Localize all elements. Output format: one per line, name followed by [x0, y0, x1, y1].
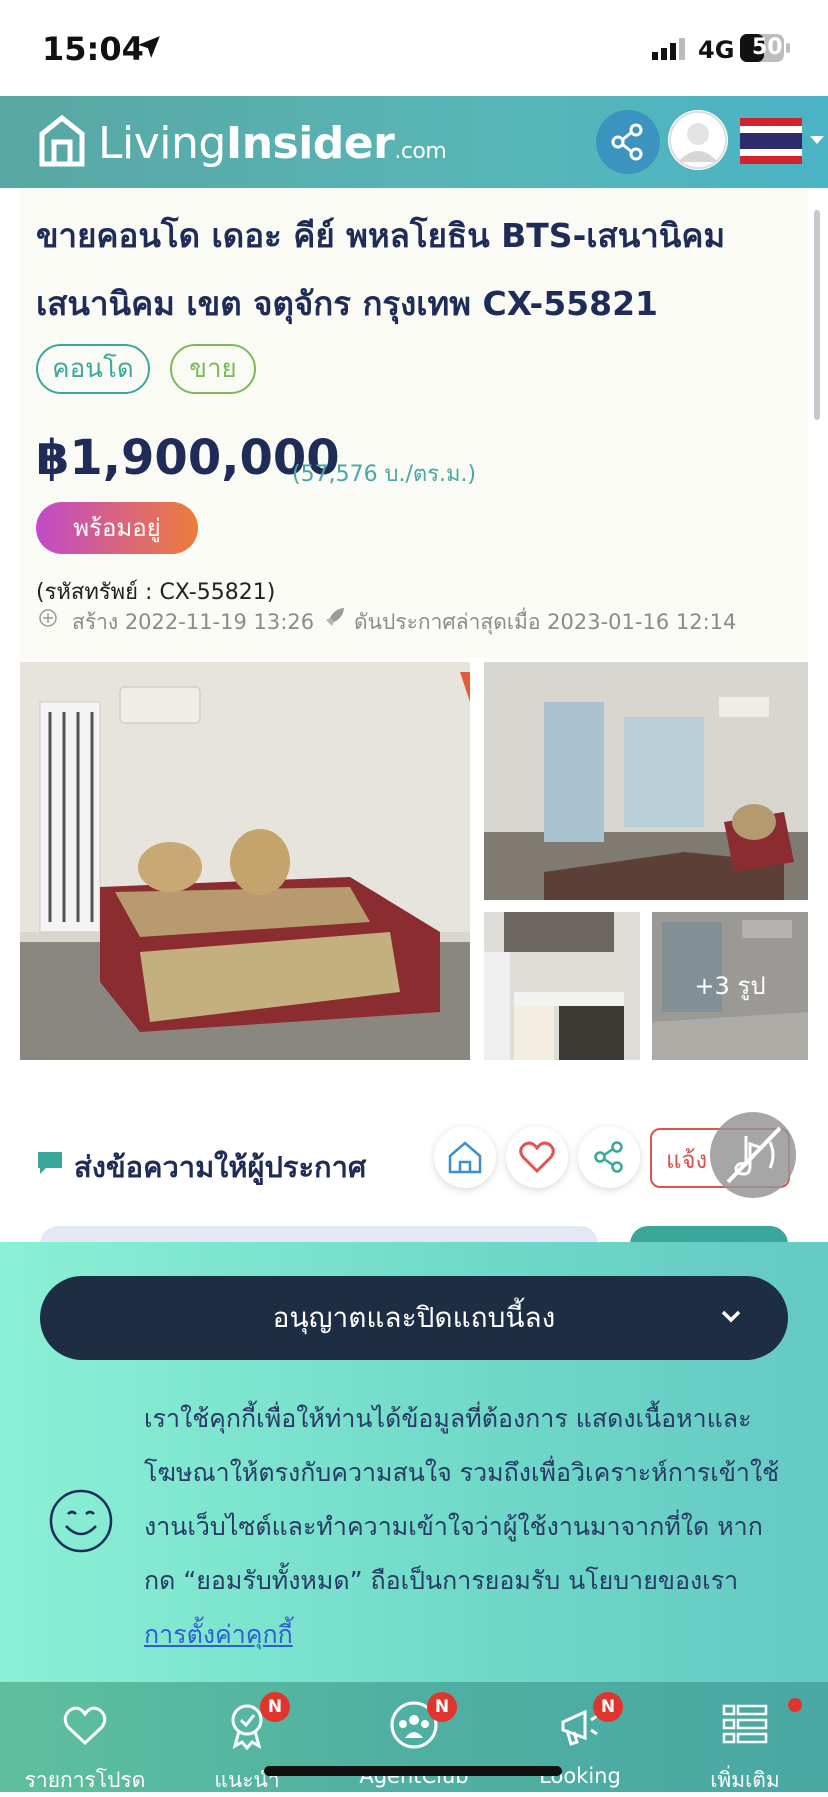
boosted-date: ดันประกาศล่าสุดเมื่อ 2023-01-16 12:14: [354, 610, 737, 634]
cookie-text: เราใช้คุกกี้เพื่อให้ท่านได้ข้อมูลที่ต้อง…: [144, 1392, 784, 1662]
language-caret-icon[interactable]: [810, 134, 824, 146]
chat-bubble-icon: [38, 1152, 62, 1174]
photo-3[interactable]: [484, 912, 640, 1060]
thai-flag-icon[interactable]: [740, 118, 802, 164]
user-avatar[interactable]: [668, 110, 728, 170]
status-badge: พร้อมอยู่: [36, 502, 198, 554]
home-indicator[interactable]: [264, 1766, 562, 1776]
more-photos-label[interactable]: +3 รูป: [652, 912, 808, 1060]
accept-cookies-label[interactable]: อนุญาตและปิดแถบนี้ลง: [40, 1276, 788, 1360]
chevron-down-icon[interactable]: [720, 1308, 742, 1324]
nav-badge-recommend: N: [260, 1692, 290, 1722]
share-icon: [611, 123, 643, 161]
listing-title: ขายคอนโด เดอะ คีย์ พหลโยธิน BTS-เสนานิคม…: [36, 202, 776, 338]
nav-more[interactable]: เพิ่มเติม: [670, 1682, 820, 1792]
site-header: LivingInsider.com: [0, 96, 828, 188]
share-button[interactable]: [578, 1126, 640, 1188]
cookie-text-body: เราใช้คุกกี้เพื่อให้ท่านได้ข้อมูลที่ต้อง…: [144, 1404, 780, 1595]
nav-label-favorites: รายการโปรด: [24, 1768, 146, 1792]
nav-label-more: เพิ่มเติม: [710, 1768, 780, 1792]
title-line-2: เสนานิคม เขต จตุจักร กรุงเทพ CX-55821: [36, 284, 659, 323]
header-share-button[interactable]: [596, 110, 660, 174]
site-logo[interactable]: LivingInsider.com: [98, 118, 447, 169]
signal-icon: [652, 38, 685, 60]
mute-sound-button[interactable]: [710, 1112, 796, 1198]
location-arrow-icon: [138, 36, 160, 58]
battery-level: 50: [752, 35, 783, 60]
nav-badge-agentclub: N: [427, 1692, 457, 1722]
heart-icon: [519, 1141, 555, 1174]
nav-favorites[interactable]: รายการโปรด: [10, 1682, 160, 1792]
window-view-photo: [484, 662, 808, 900]
tag-condo[interactable]: คอนโด: [36, 344, 150, 394]
photo-2[interactable]: [484, 662, 808, 900]
home-button[interactable]: [434, 1126, 496, 1188]
smile-icon: [49, 1489, 113, 1553]
logo-light: Living: [98, 118, 226, 169]
status-time: 15:04: [42, 30, 144, 68]
share-icon: [594, 1141, 623, 1173]
muted-music-icon: [726, 1126, 782, 1184]
tag-sale[interactable]: ขาย: [170, 344, 256, 394]
heart-icon: [63, 1706, 107, 1746]
cookie-settings-link[interactable]: การตั้งค่าคุกกี้: [144, 1620, 293, 1649]
nav-notification-dot: [788, 1698, 802, 1712]
home-icon: [448, 1141, 482, 1174]
living-room-photo: [20, 662, 470, 1060]
title-line-1: ขายคอนโด เดอะ คีย์ พหลโยธิน BTS-เสนานิคม: [36, 216, 726, 255]
menu-icon: [722, 1704, 768, 1744]
property-code: (รหัสทรัพย์ : CX-55821): [36, 580, 276, 605]
rocket-icon: [326, 608, 344, 626]
plus-circle-icon: [39, 609, 57, 627]
main-photo[interactable]: [20, 662, 470, 1060]
logo-bold: Insider: [225, 118, 395, 169]
created-date: สร้าง 2022-11-19 13:26: [72, 610, 315, 634]
network-type: 4G: [698, 36, 735, 64]
avatar-icon: [669, 111, 727, 169]
logo-suffix: .com: [394, 139, 447, 164]
kitchen-photo: [484, 912, 640, 1060]
status-bar: 15:04 4G 50: [0, 0, 828, 96]
price-per-sqm: (57,576 บ./ตร.ม.): [292, 462, 477, 487]
logo-house-icon[interactable]: [38, 112, 86, 168]
nav-badge-looking: N: [593, 1692, 623, 1722]
message-section-title: ส่งข้อความให้ผู้ประกาศ: [74, 1150, 367, 1184]
favorite-button[interactable]: [506, 1126, 568, 1188]
scrollbar[interactable]: [814, 210, 820, 420]
